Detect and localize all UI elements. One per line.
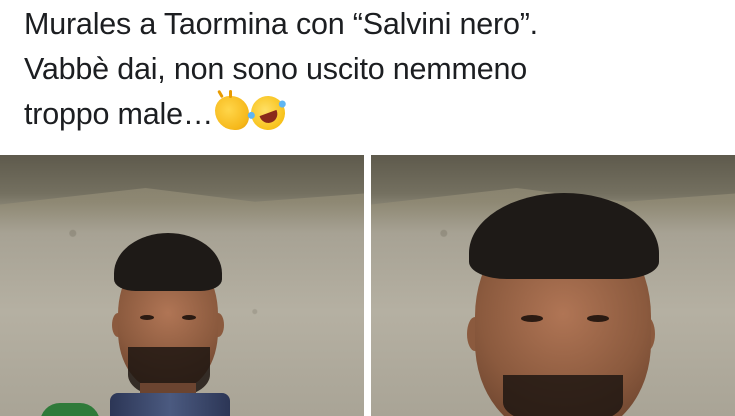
mural-photo-right[interactable] <box>371 155 735 416</box>
post-text-line-3: troppo male… <box>24 90 724 137</box>
post-text-line-1: Murales a Taormina con “Salvini nero”. <box>24 7 538 41</box>
post-text: Murales a Taormina con “Salvini nero”. V… <box>24 2 724 137</box>
mural-photo-left[interactable] <box>0 155 364 416</box>
mural-portrait-right <box>371 155 735 416</box>
rolling-on-floor-laughing-emoji-icon <box>246 91 290 135</box>
post-text-line-3-text: troppo male… <box>24 97 214 131</box>
mural-portrait-left <box>0 155 364 416</box>
clapping-hands-emoji-icon <box>215 90 250 130</box>
post-text-line-2: Vabbè dai, non sono uscito nemmeno <box>24 52 528 86</box>
